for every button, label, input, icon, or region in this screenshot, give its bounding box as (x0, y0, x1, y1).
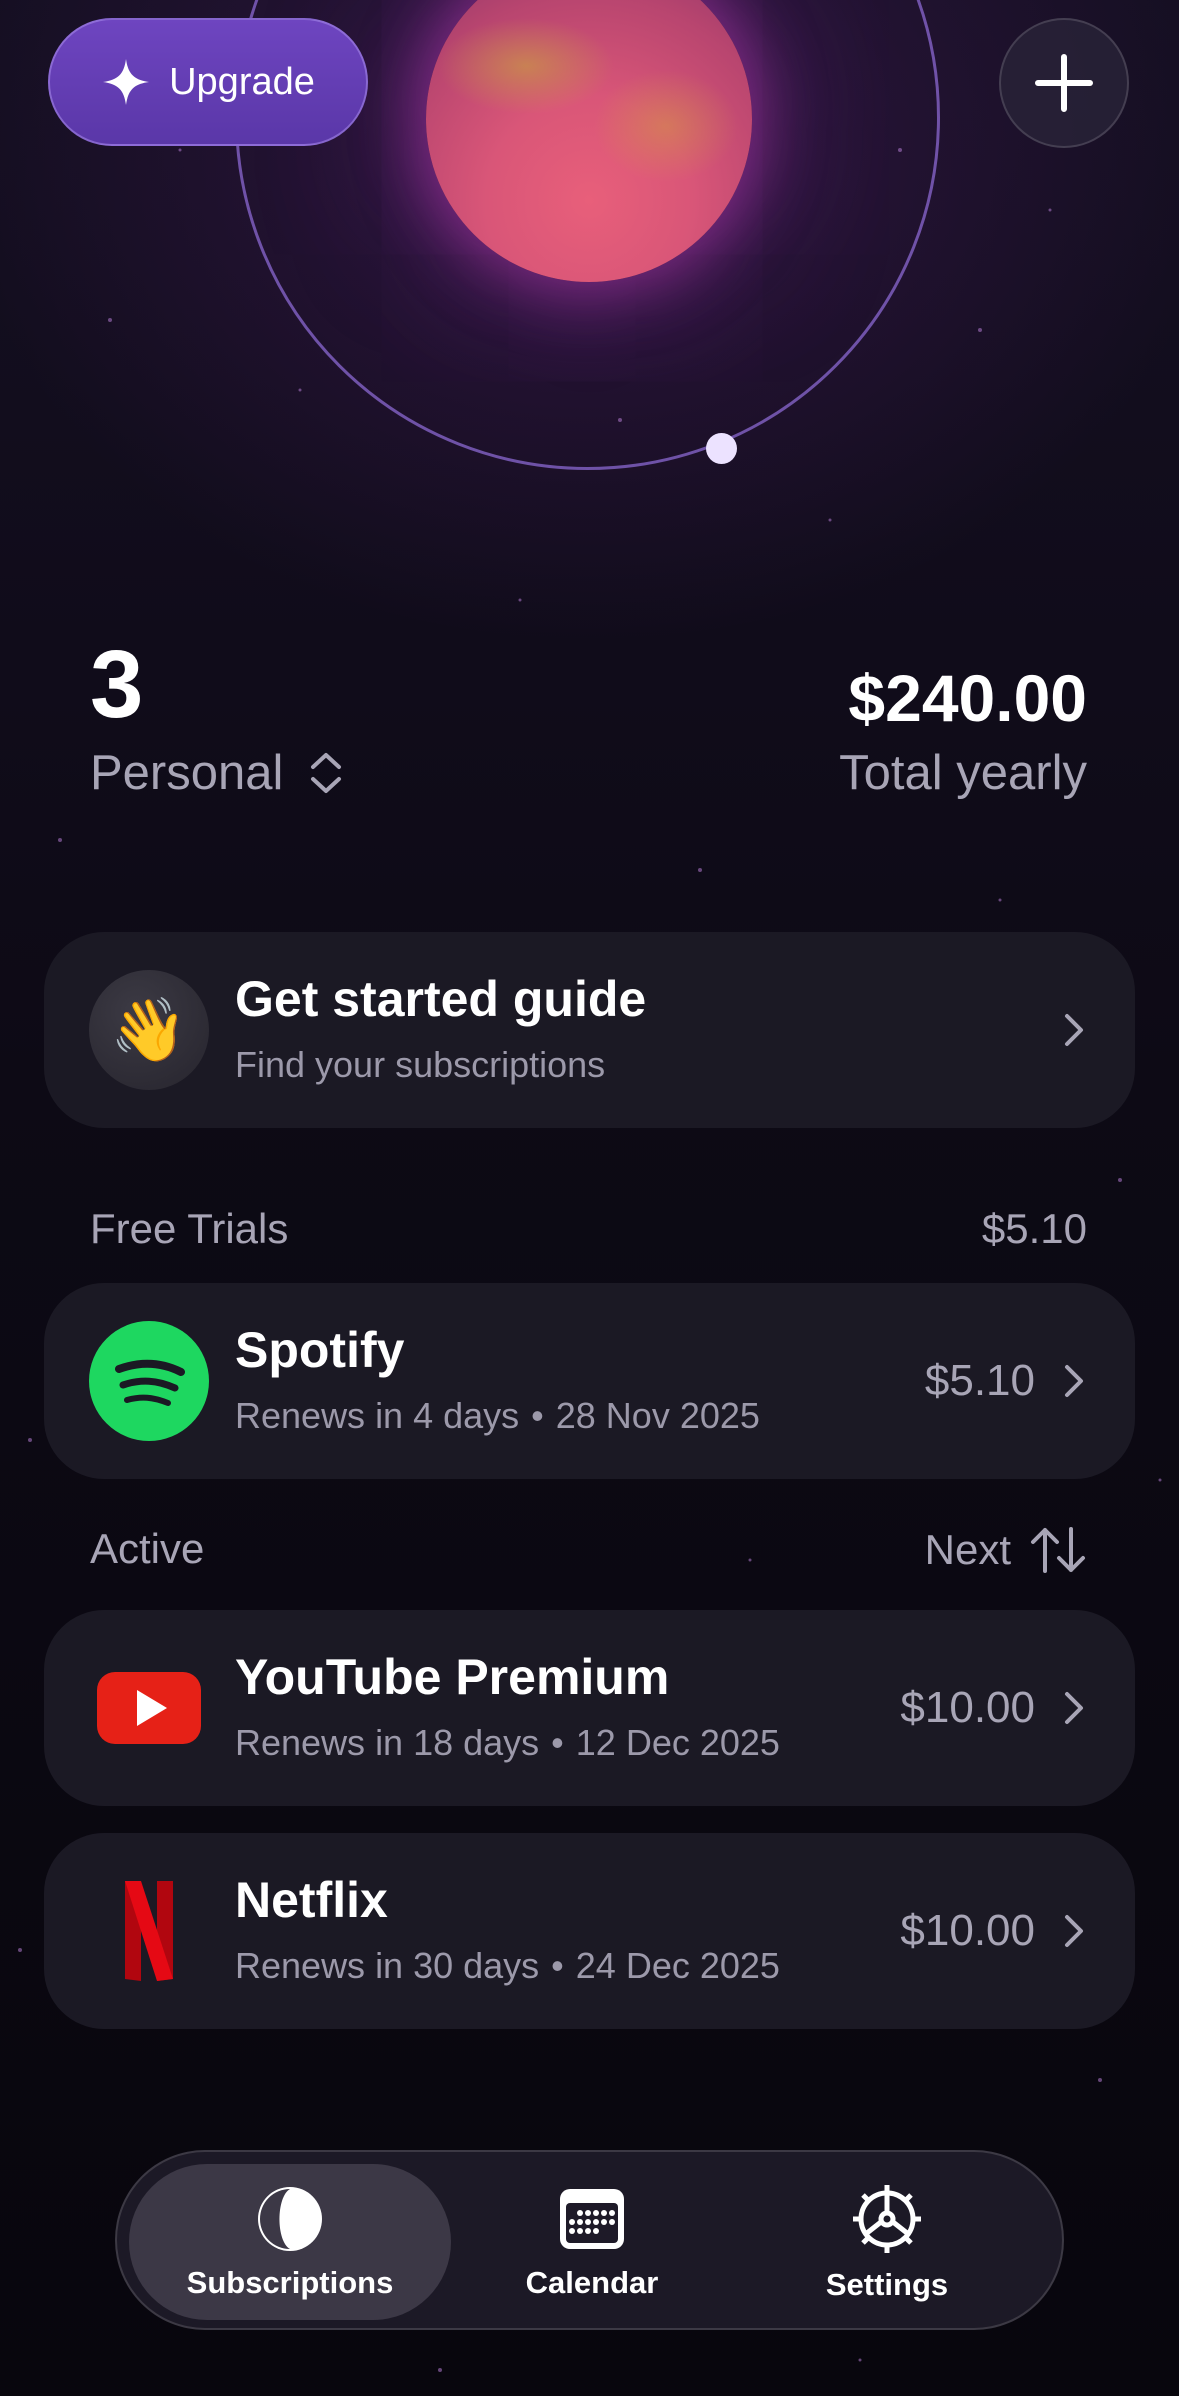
tab-label: Calendar (525, 2265, 659, 2300)
active-heading: Active (90, 1525, 205, 1572)
tab-label: Settings (825, 2267, 949, 2302)
chevron-right-icon (1065, 1915, 1083, 1947)
subscription-name: Spotify (235, 1322, 405, 1378)
subscription-price: $10.00 (900, 1683, 1035, 1732)
profile-switcher[interactable]: Personal (90, 745, 343, 801)
tab-settings[interactable]: Settings (737, 2164, 1037, 2320)
upgrade-button[interactable]: Upgrade (48, 18, 368, 146)
get-started-guide-card[interactable]: 👋 Get started guide Find your subscripti… (44, 932, 1135, 1128)
youtube-logo-icon (97, 1672, 201, 1744)
subscription-price: $5.10 (924, 1356, 1035, 1405)
renewal-days: Renews in 4 days (235, 1395, 520, 1436)
renewal-date: 12 Dec 2025 (575, 1722, 780, 1763)
chevron-up-down-icon (311, 753, 342, 793)
subscription-price: $10.00 (900, 1906, 1035, 1955)
free-trials-total: $5.10 (982, 1205, 1087, 1253)
subscription-name: Netflix (235, 1872, 388, 1928)
sort-arrows-icon (1031, 1527, 1085, 1573)
subscription-count: 3 (90, 631, 144, 738)
orbit-dot (706, 433, 737, 464)
subscription-renewal: Renews in 18 days • 12 Dec 2025 (235, 1722, 780, 1764)
free-trials-heading: Free Trials (90, 1205, 289, 1252)
tab-calendar[interactable]: Calendar (447, 2164, 737, 2320)
subscription-renewal: Renews in 4 days • 28 Nov 2025 (235, 1395, 760, 1437)
separator-dot: • (531, 1395, 544, 1436)
sort-label: Next (924, 1526, 1011, 1573)
spotify-logo-icon (89, 1321, 209, 1441)
add-button[interactable] (999, 18, 1129, 148)
chevron-right-icon (1065, 1365, 1083, 1397)
subscription-row-youtube-premium[interactable]: YouTube Premium Renews in 18 days • 12 Dec… (44, 1610, 1135, 1806)
tab-label: Subscriptions (186, 2265, 394, 2300)
sort-button[interactable]: Next (925, 1525, 1087, 1575)
netflix-logo-icon (125, 1881, 173, 1981)
total-amount: $240.00 (848, 661, 1087, 735)
plus-icon (1035, 54, 1093, 112)
upgrade-label: Upgrade (169, 60, 315, 103)
free-trials-total-value: $5.10 (981, 1205, 1087, 1252)
waving-hand-icon: 👋 (89, 970, 209, 1090)
total-label: Total yearly (839, 746, 1087, 800)
guide-subtitle: Find your subscriptions (235, 1044, 606, 1085)
subscriptions-icon (258, 2187, 322, 2251)
chevron-right-icon (1065, 1014, 1083, 1046)
separator-dot: • (551, 1722, 564, 1763)
chevron-right-icon (1065, 1692, 1083, 1724)
guide-title: Get started guide (235, 971, 647, 1027)
subscription-row-netflix[interactable]: Netflix Renews in 30 days • 24 Dec 2025 $1… (44, 1833, 1135, 2029)
renewal-days: Renews in 30 days (235, 1945, 540, 1986)
separator-dot: • (551, 1945, 564, 1986)
profile-label: Personal (90, 746, 284, 800)
settings-gear-icon (853, 2185, 921, 2253)
tab-subscriptions[interactable]: Subscriptions (129, 2164, 451, 2320)
subscription-row-spotify[interactable]: Spotify Renews in 4 days • 28 Nov 2025 $5.… (44, 1283, 1135, 1479)
subscription-renewal: Renews in 30 days • 24 Dec 2025 (235, 1945, 780, 1987)
subscription-name: YouTube Premium (235, 1649, 670, 1705)
renewal-days: Renews in 18 days (235, 1722, 540, 1763)
sparkle-icon (103, 59, 150, 105)
tab-bar: Subscriptions Calendar Settings (115, 2150, 1064, 2330)
renewal-date: 28 Nov 2025 (555, 1395, 760, 1436)
calendar-icon (560, 2189, 624, 2249)
renewal-date: 24 Dec 2025 (575, 1945, 780, 1986)
